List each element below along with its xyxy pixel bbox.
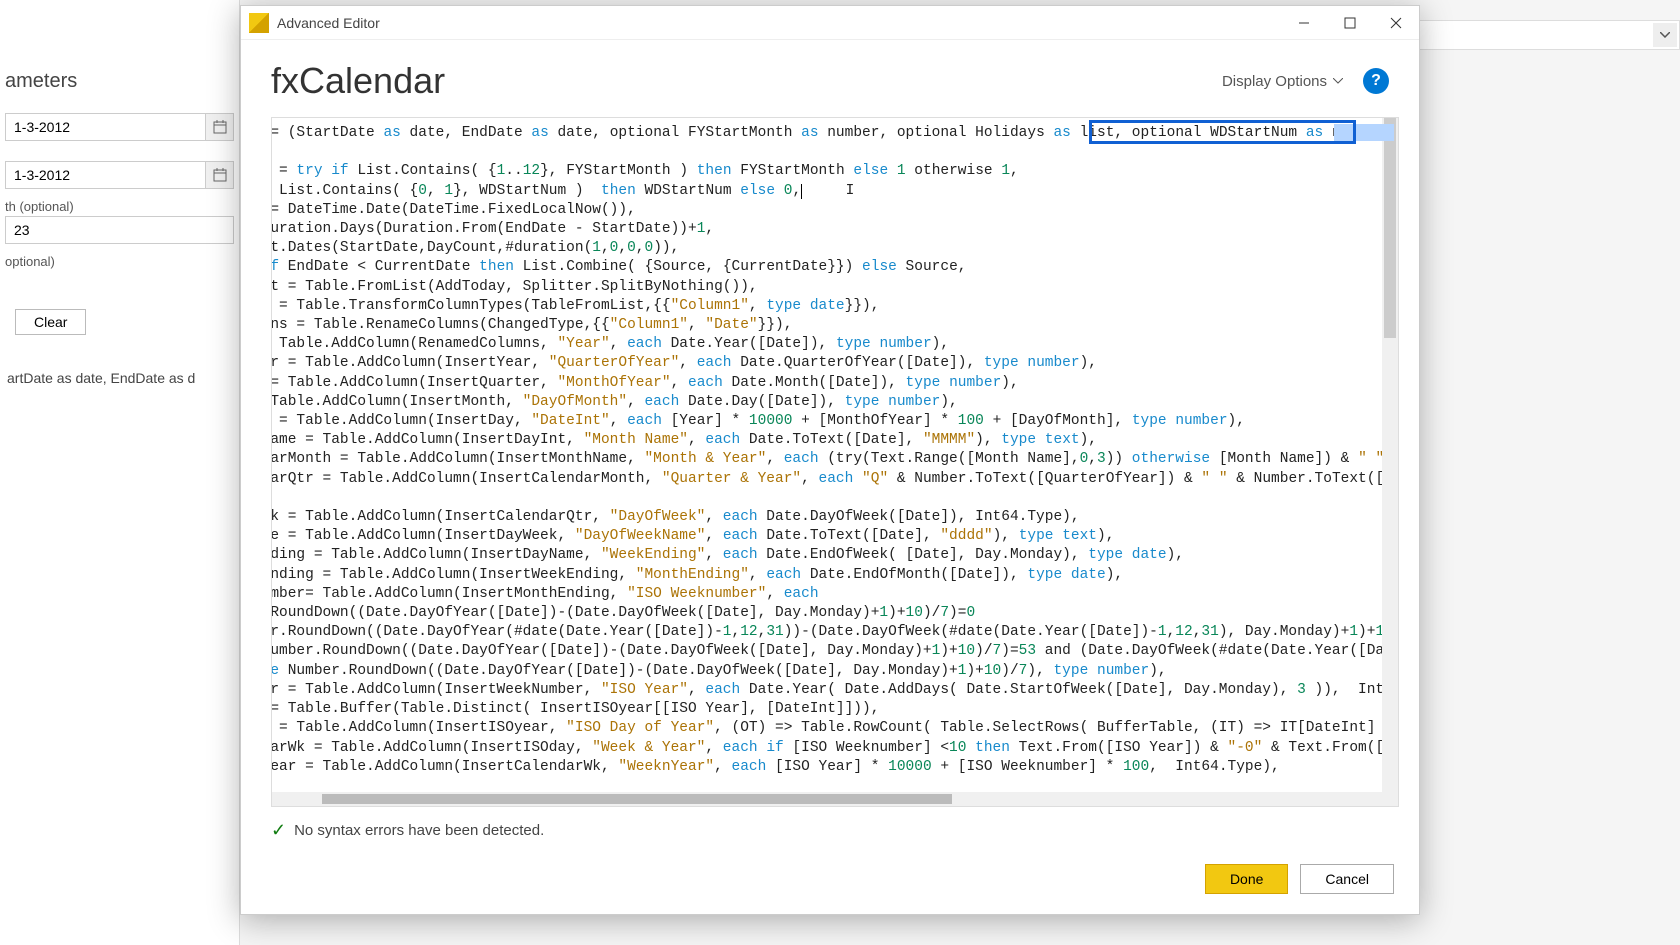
done-button[interactable]: Done: [1205, 864, 1288, 894]
formula-expand-button[interactable]: [1653, 23, 1677, 47]
chevron-down-icon: [1333, 78, 1343, 84]
window-title: Advanced Editor: [277, 15, 1281, 31]
code-editor[interactable]: iteTable = (StartDate as date, EndDate a…: [271, 117, 1399, 807]
display-options-dropdown[interactable]: Display Options: [1222, 73, 1343, 90]
parameters-heading: ameters: [5, 70, 234, 93]
vertical-scrollbar[interactable]: [1382, 118, 1398, 806]
param-label-2: optional): [5, 254, 234, 269]
advanced-editor-dialog: Advanced Editor fxCalendar Display Optio…: [240, 5, 1420, 915]
calendar-icon: [213, 168, 227, 182]
query-name: fxCalendar: [271, 60, 1222, 102]
minimize-button[interactable]: [1281, 6, 1327, 40]
clear-button[interactable]: Clear: [15, 309, 86, 335]
date-picker-button-2[interactable]: [206, 161, 234, 189]
horizontal-scroll-thumb[interactable]: [322, 794, 952, 804]
maximize-button[interactable]: [1327, 6, 1373, 40]
close-button[interactable]: [1373, 6, 1419, 40]
cancel-button[interactable]: Cancel: [1300, 864, 1394, 894]
titlebar[interactable]: Advanced Editor: [241, 6, 1419, 40]
end-date-input[interactable]: [5, 161, 206, 189]
calendar-icon: [213, 120, 227, 134]
help-button[interactable]: ?: [1363, 68, 1389, 94]
vertical-scroll-thumb[interactable]: [1384, 118, 1396, 338]
param-input-1[interactable]: [5, 216, 234, 244]
param-label-1: th (optional): [5, 199, 234, 214]
function-signature-text: artDate as date, EndDate as d: [5, 370, 234, 386]
status-bar: ✓ No syntax errors have been detected.: [241, 812, 1419, 849]
selection-highlight: [1334, 124, 1394, 141]
powerbi-logo-icon: [249, 13, 269, 33]
text-cursor: [801, 184, 802, 199]
status-message: No syntax errors have been detected.: [294, 822, 544, 839]
start-date-input[interactable]: [5, 113, 206, 141]
code-content[interactable]: iteTable = (StartDate as date, EndDate a…: [271, 118, 1318, 783]
checkmark-icon: ✓: [271, 820, 286, 841]
date-picker-button-1[interactable]: [206, 113, 234, 141]
horizontal-scrollbar[interactable]: [272, 792, 1382, 806]
